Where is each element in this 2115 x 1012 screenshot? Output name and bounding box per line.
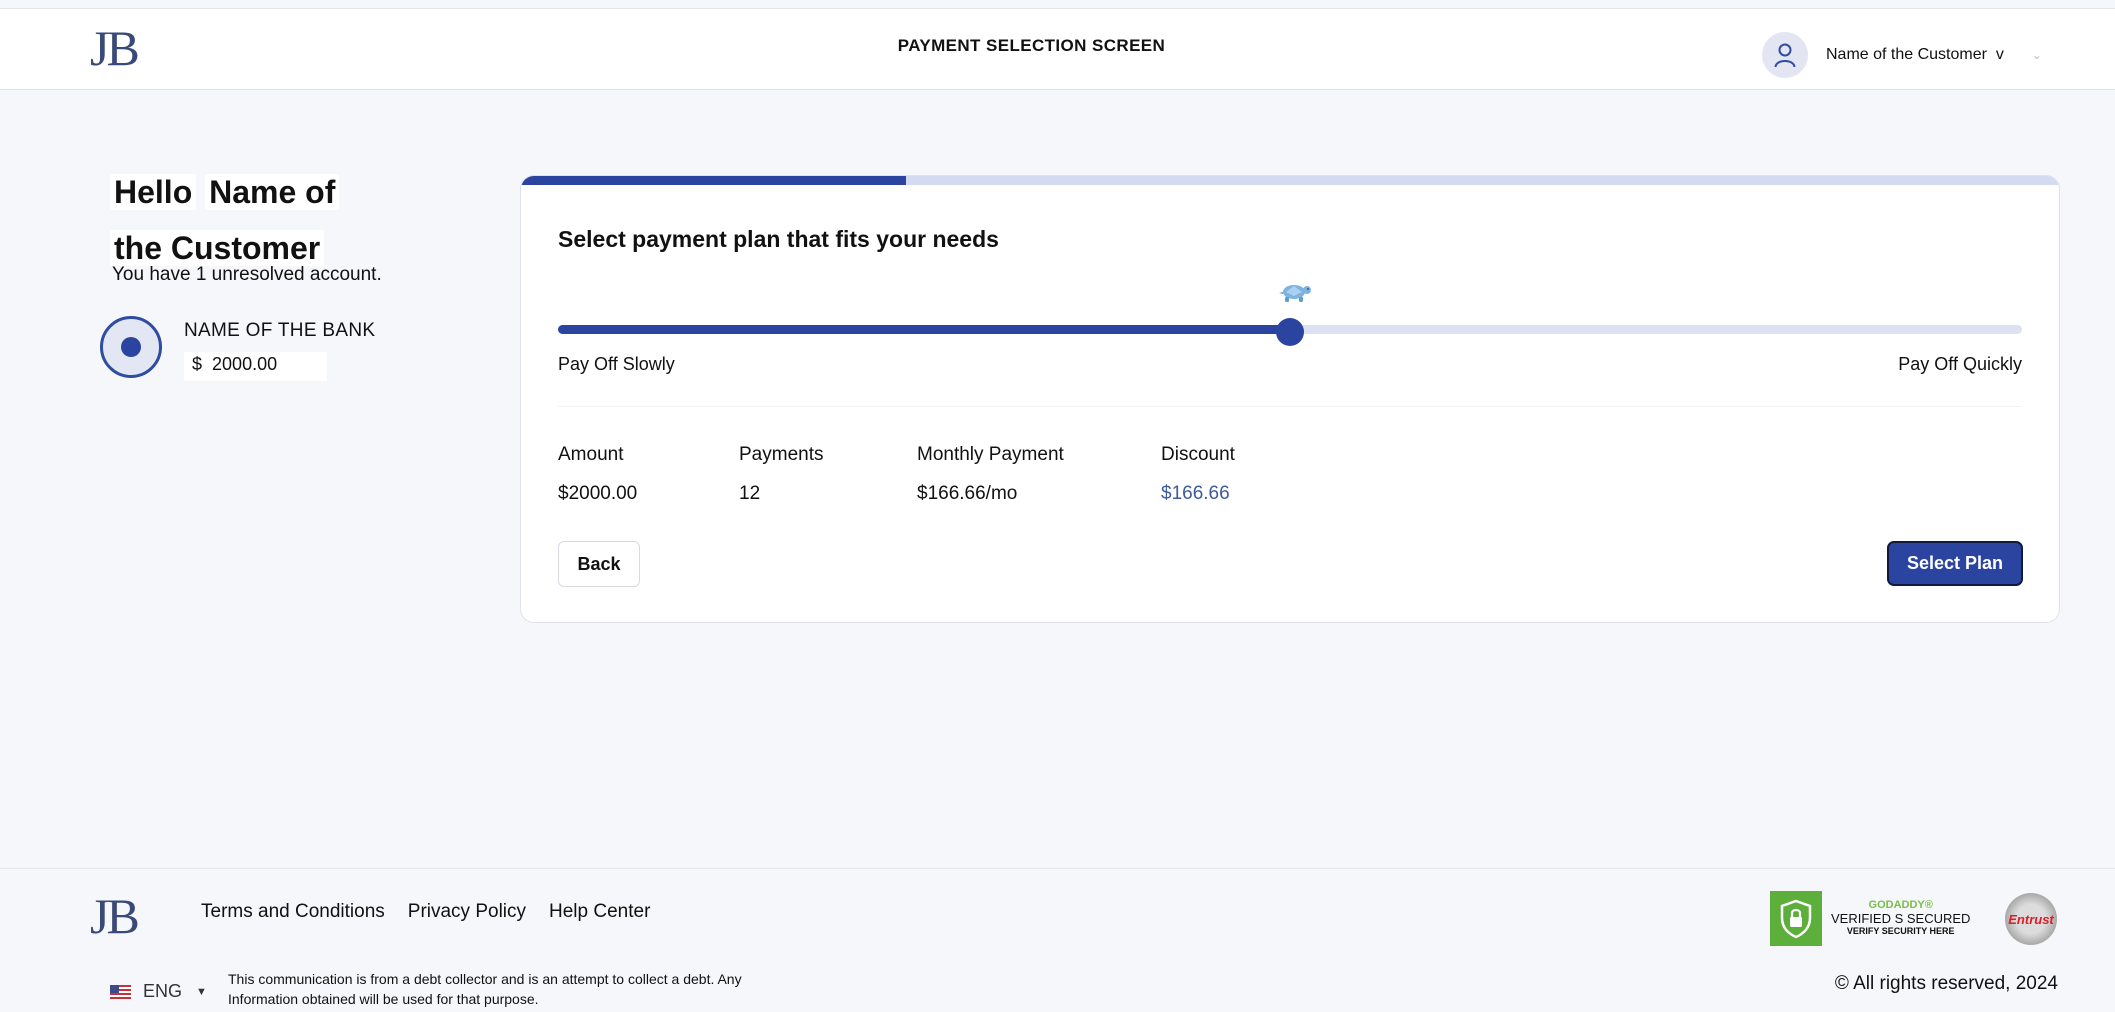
- monthly-payment-header: Monthly Payment: [917, 444, 1064, 465]
- language-code: ENG: [143, 981, 183, 1001]
- app-header: JB PAYMENT SELECTION SCREEN Name of the …: [0, 9, 2115, 90]
- language-selector[interactable]: ENG ▼: [110, 981, 207, 1002]
- entrust-label: Entrust: [2008, 911, 2054, 927]
- godaddy-seal[interactable]: GODADDY® VERIFIED S SECURED VERIFY SECUR…: [1770, 891, 1970, 946]
- entrust-seal[interactable]: Entrust: [2005, 893, 2057, 945]
- chevron-down-icon[interactable]: ⌄: [2032, 48, 2042, 62]
- footer-links: Terms and Conditions Privacy Policy Help…: [201, 901, 650, 923]
- label-pay-off-quickly: Pay Off Quickly: [1898, 354, 2022, 374]
- payoff-slider-fill: [558, 325, 1290, 334]
- terms-link[interactable]: Terms and Conditions: [201, 901, 385, 923]
- page-footer: JB Terms and Conditions Privacy Policy H…: [0, 868, 2115, 1012]
- greeting-name-line2: the Customer: [110, 230, 325, 266]
- payments-value: 12: [739, 483, 761, 504]
- account-option[interactable]: NAME OF THE BANK $ 2000.00: [100, 316, 375, 381]
- bank-name: NAME OF THE BANK: [184, 320, 376, 341]
- account-amount: $ 2000.00: [184, 352, 328, 381]
- plan-title: Select payment plan that fits your needs: [558, 226, 999, 252]
- plan-amount: Amount $2000.00: [558, 444, 637, 505]
- account-info: NAME OF THE BANK $ 2000.00: [184, 316, 375, 381]
- user-avatar-icon: [1762, 32, 1808, 78]
- discount-header: Discount: [1161, 444, 1235, 465]
- user-menu[interactable]: Name of the Customer v ⌄: [1762, 31, 2042, 79]
- amount-value: $2000.00: [558, 483, 638, 504]
- lock-shield-icon: [1770, 891, 1822, 946]
- radio-selected-dot: [121, 337, 141, 357]
- select-plan-button[interactable]: Select Plan: [1887, 541, 2023, 586]
- payment-plan-card: Select payment plan that fits your needs…: [520, 175, 2060, 623]
- monthly-payment-value: $166.66/mo: [917, 483, 1018, 504]
- plan-monthly-payment: Monthly Payment $166.66/mo: [917, 444, 1064, 505]
- amount-header: Amount: [558, 444, 624, 465]
- footer-logo[interactable]: JB: [90, 891, 140, 941]
- debt-collector-disclaimer: This communication is from a debt collec…: [228, 971, 742, 1007]
- label-pay-off-slowly: Pay Off Slowly: [558, 354, 675, 374]
- turtle-icon: [1279, 285, 1311, 302]
- user-name: Name of the Customer v: [1826, 46, 2004, 63]
- account-radio[interactable]: [100, 316, 162, 378]
- discount-value: $166.66: [1161, 483, 1230, 504]
- greeting: Hello Name of the Customer: [110, 164, 380, 276]
- section-divider: [558, 406, 2022, 407]
- seal-text: GODADDY® VERIFIED S SECURED VERIFY SECUR…: [1831, 899, 1971, 936]
- step-progress-track: [521, 176, 2059, 185]
- greeting-hello: Hello: [110, 174, 197, 210]
- page-title: PAYMENT SELECTION SCREEN: [897, 36, 1166, 55]
- payments-header: Payments: [739, 444, 824, 465]
- privacy-link[interactable]: Privacy Policy: [408, 901, 526, 923]
- back-button[interactable]: Back: [558, 541, 640, 587]
- help-center-link[interactable]: Help Center: [549, 901, 650, 923]
- greeting-name-line1: Name of: [205, 174, 340, 210]
- copyright: © All rights reserved, 2024: [1834, 973, 2058, 994]
- payoff-slider-thumb[interactable]: [1276, 318, 1304, 346]
- caret-down-icon: ▼: [196, 985, 207, 998]
- step-progress-fill: [521, 176, 906, 185]
- plan-payments: Payments 12: [739, 444, 823, 505]
- unresolved-count: You have 1 unresolved account.: [112, 264, 382, 285]
- plan-discount: Discount $166.66: [1161, 444, 1235, 505]
- us-flag-icon: [110, 984, 131, 999]
